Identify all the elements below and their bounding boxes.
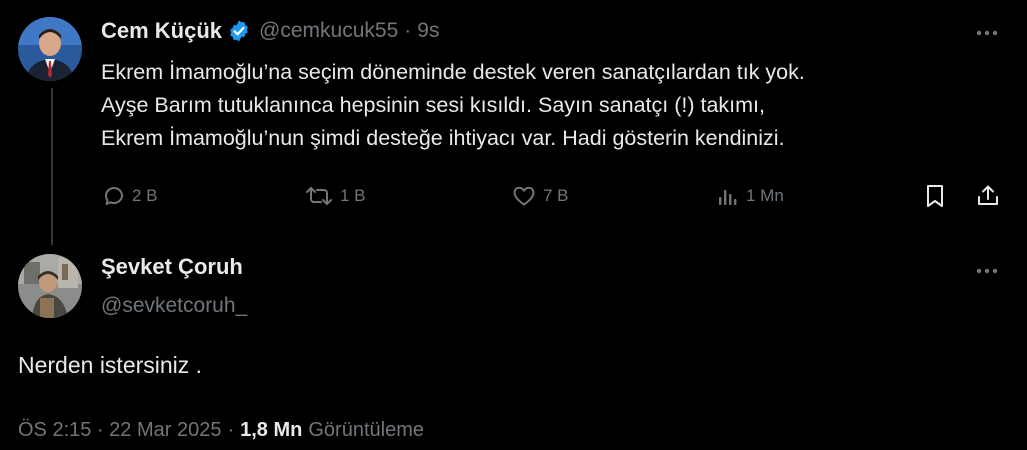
- reply-display-name[interactable]: Şevket Çoruh: [101, 254, 243, 280]
- bookmark-icon: [923, 183, 947, 209]
- header-separator: ·: [404, 19, 412, 42]
- views-button[interactable]: 1 Mn: [716, 178, 784, 214]
- meta-separator: ·: [227, 419, 235, 441]
- like-button[interactable]: 7 B: [511, 178, 569, 214]
- reply-icon: [102, 184, 126, 208]
- share-button[interactable]: [975, 178, 1001, 214]
- reply-button[interactable]: 2 B: [102, 178, 158, 214]
- retweet-icon: [304, 184, 334, 208]
- tweet-time[interactable]: 9s: [417, 19, 439, 43]
- share-icon: [975, 183, 1001, 209]
- reply-count: 2 B: [132, 186, 158, 205]
- author-display-name[interactable]: Cem Küçük: [101, 18, 222, 44]
- reply-handle[interactable]: @sevketcoruh_: [101, 294, 247, 318]
- verified-badge-icon[interactable]: [227, 19, 251, 43]
- reply-views-label: Görüntüleme: [308, 419, 424, 441]
- author-avatar[interactable]: [18, 17, 82, 81]
- retweet-count: 1 B: [340, 186, 366, 205]
- views-chart-icon: [716, 184, 740, 208]
- reply-views-value: 1,8 Mn: [240, 419, 303, 441]
- more-options-icon[interactable]: [972, 21, 1002, 45]
- retweet-button[interactable]: 1 B: [304, 178, 366, 214]
- like-count: 7 B: [543, 186, 569, 205]
- author-handle[interactable]: @cemkucuk55: [259, 19, 398, 43]
- heart-icon: [511, 184, 537, 208]
- parent-tweet-header: Cem Küçük @cemkucuk55 · 9s: [101, 14, 439, 48]
- reply-meta-row: ÖS 2:15 · 22 Mar 2025 · 1,8 Mn Görüntüle…: [18, 419, 424, 442]
- reply-more-options-icon[interactable]: [972, 259, 1002, 283]
- reply-author-avatar[interactable]: [18, 254, 82, 318]
- tweet-text-line: Ayşe Barım tutuklanınca hepsinin sesi kı…: [101, 93, 766, 117]
- thread-connector-line: [51, 88, 53, 245]
- reply-timestamp[interactable]: ÖS 2:15 · 22 Mar 2025: [18, 419, 221, 442]
- reply-tweet-text: Nerden istersiniz .: [18, 352, 203, 378]
- tweet-action-bar: 2 B 1 B 7 B 1 Mn: [0, 178, 1027, 214]
- parent-tweet-text: Ekrem İmamoğlu’na seçim döneminde destek…: [101, 56, 1001, 155]
- views-count: 1 Mn: [746, 186, 784, 205]
- bookmark-button[interactable]: [923, 178, 947, 214]
- tweet-text-line: Ekrem İmamoğlu’na seçim döneminde destek…: [101, 60, 805, 84]
- tweet-text-line: Ekrem İmamoğlu’nun şimdi desteğe ihtiyac…: [101, 126, 785, 150]
